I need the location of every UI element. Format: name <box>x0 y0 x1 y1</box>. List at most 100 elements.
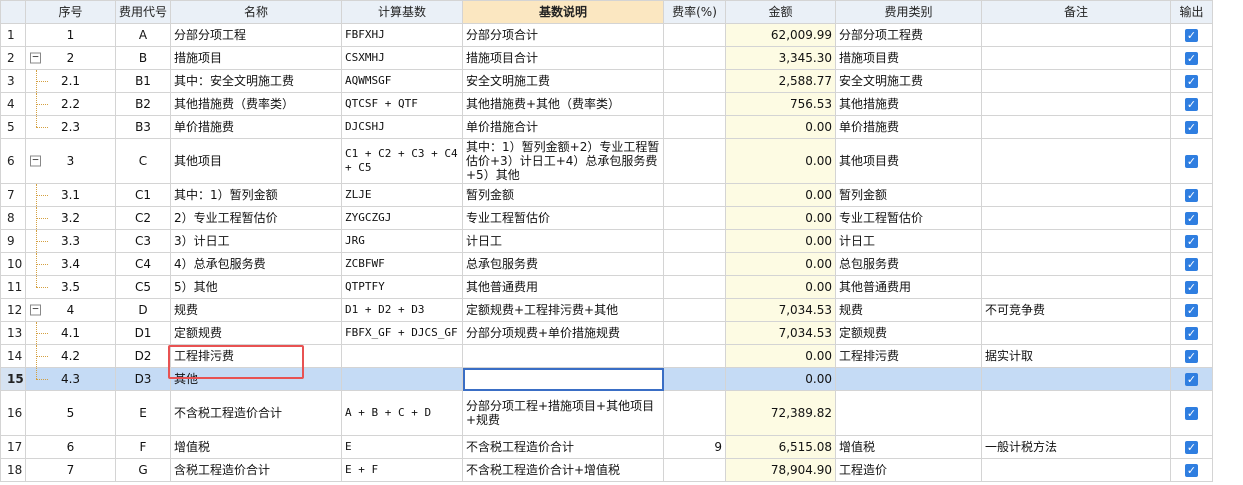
table-row[interactable]: 10 3.4 C4 4）总承包服务费 ZCBFWF 总承包服务费 0.00 总包服务费 ✓ <box>0 252 1213 276</box>
row-number[interactable]: 10 <box>0 252 26 276</box>
cell-amount[interactable]: 0.00 <box>725 275 836 299</box>
cell-seq[interactable]: 3.4 <box>25 252 116 276</box>
col-header-amount[interactable]: 金额 <box>725 0 836 24</box>
cell-base[interactable]: CSXMHJ <box>341 46 463 70</box>
cell-note[interactable] <box>981 390 1171 436</box>
row-number[interactable]: 3 <box>0 69 26 93</box>
cell-output[interactable]: ✓ <box>1170 23 1213 47</box>
cell-base[interactable]: QTPTFY <box>341 275 463 299</box>
cell-code[interactable]: B2 <box>115 92 171 116</box>
cell-amount[interactable]: 0.00 <box>725 344 836 368</box>
cell-note[interactable]: 一般计税方法 <box>981 435 1171 459</box>
cell-rate[interactable]: 9 <box>663 435 726 459</box>
table-row[interactable]: 11 3.5 C5 5）其他 QTPTFY 其他普通费用 0.00 其他普通费用 ✓ <box>0 275 1213 299</box>
cell-amount[interactable]: 0.00 <box>725 229 836 253</box>
col-header-note[interactable]: 备注 <box>981 0 1171 24</box>
cell-name[interactable]: 其他措施费（费率类） <box>170 92 342 116</box>
cell-base-desc[interactable]: 安全文明施工费 <box>462 69 664 93</box>
cell-code[interactable]: D2 <box>115 344 171 368</box>
cell-seq[interactable]: −2 <box>25 46 116 70</box>
cell-seq[interactable]: 2.2 <box>25 92 116 116</box>
cell-base[interactable]: ZLJE <box>341 183 463 207</box>
cell-amount[interactable]: 62,009.99 <box>725 23 836 47</box>
cell-output[interactable]: ✓ <box>1170 92 1213 116</box>
row-number[interactable]: 1 <box>0 23 26 47</box>
output-checkbox[interactable]: ✓ <box>1185 350 1198 363</box>
cell-rate[interactable] <box>663 206 726 230</box>
cell-base-desc[interactable] <box>462 344 664 368</box>
output-checkbox[interactable]: ✓ <box>1185 155 1198 168</box>
cell-output[interactable]: ✓ <box>1170 435 1213 459</box>
row-number[interactable]: 4 <box>0 92 26 116</box>
cell-name[interactable]: 增值税 <box>170 435 342 459</box>
cell-amount[interactable]: 3,345.30 <box>725 46 836 70</box>
table-row[interactable]: 2−2 B 措施项目 CSXMHJ 措施项目合计 3,345.30 措施项目费 ✓ <box>0 46 1213 70</box>
cell-output[interactable]: ✓ <box>1170 69 1213 93</box>
cell-output[interactable]: ✓ <box>1170 458 1213 482</box>
cell-base-desc[interactable]: 专业工程暂估价 <box>462 206 664 230</box>
cell-category[interactable]: 分部分项工程费 <box>835 23 982 47</box>
cell-amount[interactable]: 0.00 <box>725 367 836 391</box>
cell-code[interactable]: C1 <box>115 183 171 207</box>
output-checkbox[interactable]: ✓ <box>1185 98 1198 111</box>
table-row[interactable]: 9 3.3 C3 3）计日工 JRG 计日工 0.00 计日工 ✓ <box>0 229 1213 253</box>
cell-note[interactable] <box>981 115 1171 139</box>
cell-base[interactable]: ZCBFWF <box>341 252 463 276</box>
cell-code[interactable]: B3 <box>115 115 171 139</box>
row-number[interactable]: 17 <box>0 435 26 459</box>
cell-seq[interactable]: 4.1 <box>25 321 116 345</box>
cell-rate[interactable] <box>663 92 726 116</box>
row-number[interactable]: 12 <box>0 298 26 322</box>
col-header-rate[interactable]: 费率(%) <box>663 0 726 24</box>
output-checkbox[interactable]: ✓ <box>1185 304 1198 317</box>
cell-note[interactable] <box>981 229 1171 253</box>
cell-code[interactable]: C <box>115 138 171 184</box>
col-header-code[interactable]: 费用代号 <box>115 0 171 24</box>
cell-rate[interactable] <box>663 138 726 184</box>
row-number[interactable]: 11 <box>0 275 26 299</box>
cell-rate[interactable] <box>663 46 726 70</box>
cell-category[interactable]: 增值税 <box>835 435 982 459</box>
cell-output[interactable]: ✓ <box>1170 115 1213 139</box>
table-row[interactable]: 16 5 E 不含税工程造价合计 A + B + C + D 分部分项工程+措施项目+其他… <box>0 390 1213 436</box>
cell-amount[interactable]: 0.00 <box>725 252 836 276</box>
collapse-toggle-icon[interactable]: − <box>30 155 41 167</box>
col-header-seq[interactable]: 序号 <box>25 0 116 24</box>
cell-seq[interactable]: 3.1 <box>25 183 116 207</box>
cell-category[interactable] <box>835 390 982 436</box>
cell-note[interactable] <box>981 69 1171 93</box>
cell-base-desc[interactable]: 不含税工程造价合计 <box>462 435 664 459</box>
cell-name[interactable]: 分部分项工程 <box>170 23 342 47</box>
cell-category[interactable]: 其他普通费用 <box>835 275 982 299</box>
cell-rate[interactable] <box>663 115 726 139</box>
cell-category[interactable]: 定额规费 <box>835 321 982 345</box>
cell-rate[interactable] <box>663 344 726 368</box>
cell-rate[interactable] <box>663 275 726 299</box>
table-row[interactable]: 17 6 F 增值税 E 不含税工程造价合计 9 6,515.08 增值税 一般计税方法 ✓ <box>0 435 1213 459</box>
table-row[interactable]: 3 2.1 B1 其中：安全文明施工费 AQWMSGF 安全文明施工费 2,588.77 安全… <box>0 69 1213 93</box>
cell-seq[interactable]: −4 <box>25 298 116 322</box>
cell-amount[interactable]: 7,034.53 <box>725 321 836 345</box>
cell-code[interactable]: C2 <box>115 206 171 230</box>
cell-name[interactable]: 其他 <box>170 367 342 391</box>
cell-note[interactable] <box>981 46 1171 70</box>
cell-base[interactable]: DJCSHJ <box>341 115 463 139</box>
cell-code[interactable]: B <box>115 46 171 70</box>
cell-name[interactable]: 含税工程造价合计 <box>170 458 342 482</box>
cell-rate[interactable] <box>663 298 726 322</box>
row-number[interactable]: 2 <box>0 46 26 70</box>
cell-name[interactable]: 3）计日工 <box>170 229 342 253</box>
col-header-name[interactable]: 名称 <box>170 0 342 24</box>
cell-name[interactable]: 4）总承包服务费 <box>170 252 342 276</box>
cell-output[interactable]: ✓ <box>1170 321 1213 345</box>
table-row[interactable]: 15 4.3 D3 其他 0.00 ✓ <box>0 367 1213 391</box>
output-checkbox[interactable]: ✓ <box>1185 441 1198 454</box>
cell-base[interactable]: ZYGCZGJ <box>341 206 463 230</box>
cell-amount[interactable]: 0.00 <box>725 115 836 139</box>
cell-base[interactable]: E <box>341 435 463 459</box>
cell-note[interactable] <box>981 275 1171 299</box>
cell-seq[interactable]: 6 <box>25 435 116 459</box>
cell-output[interactable]: ✓ <box>1170 275 1213 299</box>
cell-seq[interactable]: 5 <box>25 390 116 436</box>
cell-name[interactable]: 措施项目 <box>170 46 342 70</box>
